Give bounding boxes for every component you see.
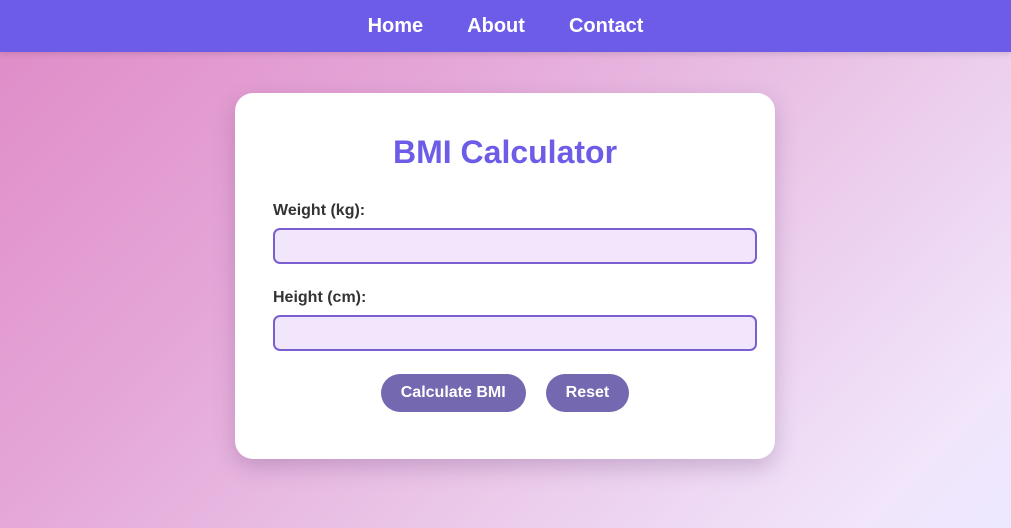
bmi-calculator-card: BMI Calculator Weight (kg): Height (cm):… — [235, 93, 775, 459]
weight-input[interactable] — [273, 228, 757, 264]
height-label: Height (cm): — [273, 289, 367, 306]
button-row: Calculate BMI Reset — [273, 374, 737, 412]
top-navbar: Home About Contact — [0, 0, 1011, 52]
calculate-bmi-button[interactable]: Calculate BMI — [380, 374, 526, 412]
nav-link-about[interactable]: About — [467, 15, 525, 38]
reset-button[interactable]: Reset — [545, 374, 630, 412]
weight-label: Weight (kg): — [273, 202, 366, 219]
height-input[interactable] — [273, 315, 757, 351]
nav-link-contact[interactable]: Contact — [569, 15, 643, 38]
nav-link-home[interactable]: Home — [368, 15, 424, 38]
page-title: BMI Calculator — [392, 134, 618, 170]
